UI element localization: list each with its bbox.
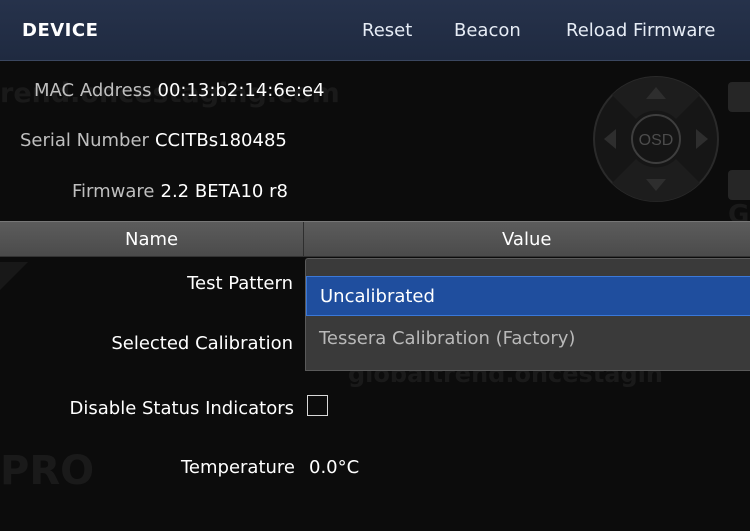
device-panel: rend.oncestaging.com globaltrend.oncesta… (0, 0, 750, 531)
temperature-value: 0.0°C (309, 457, 360, 478)
mac-address-value: 00:13:b2:14:6e:e4 (157, 80, 325, 101)
test-pattern-select[interactable] (305, 258, 750, 277)
osd-label: OSD (639, 132, 674, 149)
disable-status-indicators-checkbox[interactable] (307, 395, 328, 416)
side-panel-tab[interactable] (728, 170, 750, 200)
firmware-value: 2.2 BETA10 r8 (160, 181, 288, 202)
firmware-label: Firmware (72, 181, 155, 202)
name-column-header[interactable]: Name (125, 229, 178, 250)
device-title: DEVICE (22, 20, 99, 41)
firmware-row: Firmware 2.2 BETA10 r8 (72, 181, 288, 202)
serial-number-row: Serial Number CCITBs180485 (20, 130, 287, 151)
value-column-header[interactable]: Value (502, 229, 551, 250)
device-header: DEVICE Reset Beacon Reload Firmware (0, 0, 750, 61)
property-table-header: Name Value (0, 221, 750, 257)
side-panel-tab[interactable] (728, 82, 750, 112)
reload-firmware-button[interactable]: Reload Firmware (566, 20, 715, 41)
dropdown-option-uncalibrated[interactable]: Uncalibrated (306, 276, 750, 316)
mac-address-row: MAC Address 00:13:b2:14:6e:e4 (34, 80, 324, 101)
disable-status-indicators-label: Disable Status Indicators (69, 398, 295, 419)
temperature-label: Temperature (180, 457, 295, 478)
serial-number-label: Serial Number (20, 130, 149, 151)
test-pattern-label: Test Pattern (187, 273, 293, 294)
reset-button[interactable]: Reset (362, 20, 412, 41)
osd-dpad: OSD (593, 76, 719, 202)
calibration-dropdown-list: Uncalibrated Tessera Calibration (Factor… (305, 276, 750, 371)
serial-number-value: CCITBs180485 (154, 130, 287, 151)
watermark-text: PRO (0, 448, 95, 494)
background-triangle-shape (0, 262, 28, 290)
selected-calibration-label: Selected Calibration (111, 333, 293, 354)
osd-center-button[interactable]: OSD (631, 114, 681, 164)
mac-address-label: MAC Address (34, 80, 152, 101)
dropdown-option-tessera-calibration[interactable]: Tessera Calibration (Factory) (306, 322, 750, 356)
column-divider[interactable] (303, 222, 304, 256)
beacon-button[interactable]: Beacon (454, 20, 521, 41)
